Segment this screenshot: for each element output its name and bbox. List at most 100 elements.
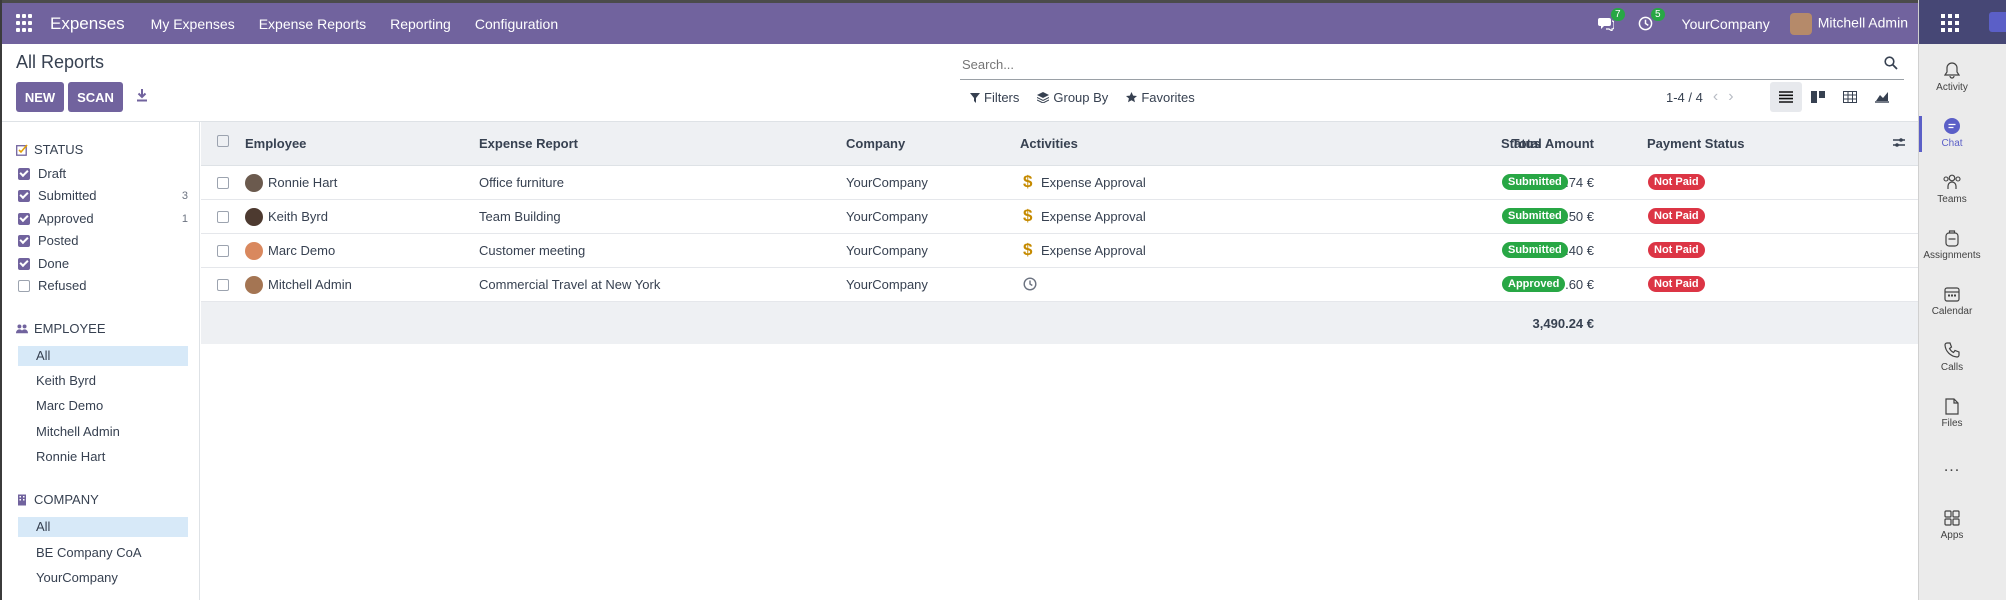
payment-status-badge: Not Paid [1648,276,1705,292]
pager-value[interactable]: 1-4 / 4 [1666,90,1703,105]
clock-icon[interactable] [1023,277,1037,294]
teams-calls[interactable]: Calls [1919,340,1985,373]
menu-expense-reports[interactable]: Expense Reports [259,16,366,32]
menu-configuration[interactable]: Configuration [475,16,558,32]
teams-activity[interactable]: Activity [1919,60,1985,93]
column-status[interactable]: Status [1501,136,1541,151]
menu-my-expenses[interactable]: My Expenses [151,16,235,32]
backpack-icon [1942,228,1962,248]
column-payment-status[interactable]: Payment Status [1647,136,1745,151]
star-icon [1126,92,1138,103]
status-filter-submitted[interactable]: Submitted 3 [18,188,188,203]
company-filter-all[interactable]: All [18,517,188,537]
clock-icon[interactable]: 5 [1636,7,1665,34]
scan-button[interactable]: SCAN [68,82,123,112]
column-total-amount[interactable]: Total Amount [1301,136,1594,151]
teams-assignments[interactable]: Assignments [1919,228,1985,261]
status-filter-approved[interactable]: Approved 1 [18,211,188,226]
column-activities[interactable]: Activities [1020,136,1078,151]
teams-apps[interactable]: Apps [1919,508,1985,541]
employee-filter-keith-byrd[interactable]: Keith Byrd [18,371,188,391]
activity-label[interactable]: Expense Approval [1041,175,1146,190]
control-panel: All Reports NEW SCAN Filters Group By Fa… [2,44,1918,122]
list-view-icon[interactable] [1770,82,1802,112]
employee-name: Marc Demo [268,243,336,258]
employee-filter-all[interactable]: All [18,346,188,366]
menu-reporting[interactable]: Reporting [390,16,451,32]
top-navbar: Expenses My Expenses Expense Reports Rep… [2,0,1918,44]
table-footer: 3,490.24 € [201,302,1918,344]
company-filter-yourcompany[interactable]: YourCompany [18,568,188,588]
company-section-title: COMPANY [16,492,99,507]
teams-files[interactable]: Files [1919,396,1985,429]
check-square-icon [16,143,28,156]
kanban-view-icon[interactable] [1802,82,1834,112]
status-badge: Approved [1502,276,1566,292]
teams-chat[interactable]: Chat [1919,116,1985,149]
search-input[interactable] [960,50,1860,78]
activity-label[interactable]: Expense Approval [1041,209,1146,224]
teams-assignments-label: Assignments [1923,250,1981,261]
chat-count-badge: 7 [1610,7,1625,21]
pager-next-icon[interactable]: › [1728,88,1733,106]
table-row[interactable]: Ronnie Hart Office furniture YourCompany… [201,166,1918,200]
select-all-checkbox[interactable] [217,135,229,147]
checkbox[interactable] [18,189,30,202]
chat-bubble-icon [1942,116,1962,136]
employee-filter-mitchell-admin[interactable]: Mitchell Admin [18,422,188,442]
expense-reports-table: Employee Expense Report Company Activiti… [201,122,1918,344]
filters-toggle[interactable]: Filters [970,90,1019,105]
file-icon [1942,396,1962,416]
chat-icon[interactable]: 7 [1596,7,1625,34]
table-row[interactable]: Keith Byrd Team Building YourCompany $ E… [201,200,1918,234]
status-filter-draft[interactable]: Draft [18,166,188,181]
dollar-icon[interactable]: $ [1023,206,1032,226]
column-expense-report[interactable]: Expense Report [479,136,578,151]
favorites-toggle[interactable]: Favorites [1126,90,1195,105]
status-filter-refused[interactable]: Refused [18,278,188,293]
teams-header [1919,0,2006,44]
checkbox[interactable] [18,279,30,292]
teams-teams[interactable]: Teams [1919,172,1985,205]
row-checkbox[interactable] [217,177,229,189]
graph-view-icon[interactable] [1866,82,1898,112]
download-icon[interactable] [136,88,150,106]
column-company[interactable]: Company [846,136,905,151]
checkbox[interactable] [18,257,30,270]
status-filter-done[interactable]: Done [18,256,188,271]
teams-apps-grid-icon[interactable] [1941,14,1959,32]
group-by-toggle[interactable]: Group By [1037,90,1108,105]
checkbox[interactable] [18,234,30,247]
company-switcher[interactable]: YourCompany [1682,16,1770,32]
table-row[interactable]: Mitchell Admin Commercial Travel at New … [201,268,1918,302]
dollar-icon[interactable]: $ [1023,172,1032,192]
column-settings-icon[interactable] [1893,136,1905,151]
pivot-view-icon[interactable] [1834,82,1866,112]
teams-more-icon[interactable]: ... [1919,458,1985,476]
column-employee[interactable]: Employee [245,136,306,151]
row-checkbox[interactable] [217,279,229,291]
status-filter-posted[interactable]: Posted [18,233,188,248]
user-menu[interactable]: Mitchell Admin [1789,12,1908,35]
app-name[interactable]: Expenses [50,14,125,34]
employee-filter-marc-demo[interactable]: Marc Demo [18,396,188,416]
new-button[interactable]: NEW [16,82,64,112]
table-row[interactable]: Marc Demo Customer meeting YourCompany $… [201,234,1918,268]
row-checkbox[interactable] [217,211,229,223]
checkbox[interactable] [18,167,30,180]
pager-prev-icon[interactable]: ‹ [1713,88,1718,106]
row-checkbox[interactable] [217,245,229,257]
apps-icon [1942,508,1962,528]
apps-grid-icon[interactable] [16,13,36,34]
teams-calendar[interactable]: Calendar [1919,284,1985,317]
building-icon [18,494,26,505]
employee-filter-ronnie-hart[interactable]: Ronnie Hart [18,447,188,467]
dollar-icon[interactable]: $ [1023,240,1032,260]
search-icon[interactable] [1884,56,1898,73]
report-name: Commercial Travel at New York [479,277,661,292]
company-filter-be-company-coa[interactable]: BE Company CoA [18,543,188,563]
teams-sidebar: Activity Chat Teams Assignments Calendar… [1918,0,2006,600]
activity-label[interactable]: Expense Approval [1041,243,1146,258]
checkbox[interactable] [18,212,30,225]
employee-avatar [245,276,263,294]
